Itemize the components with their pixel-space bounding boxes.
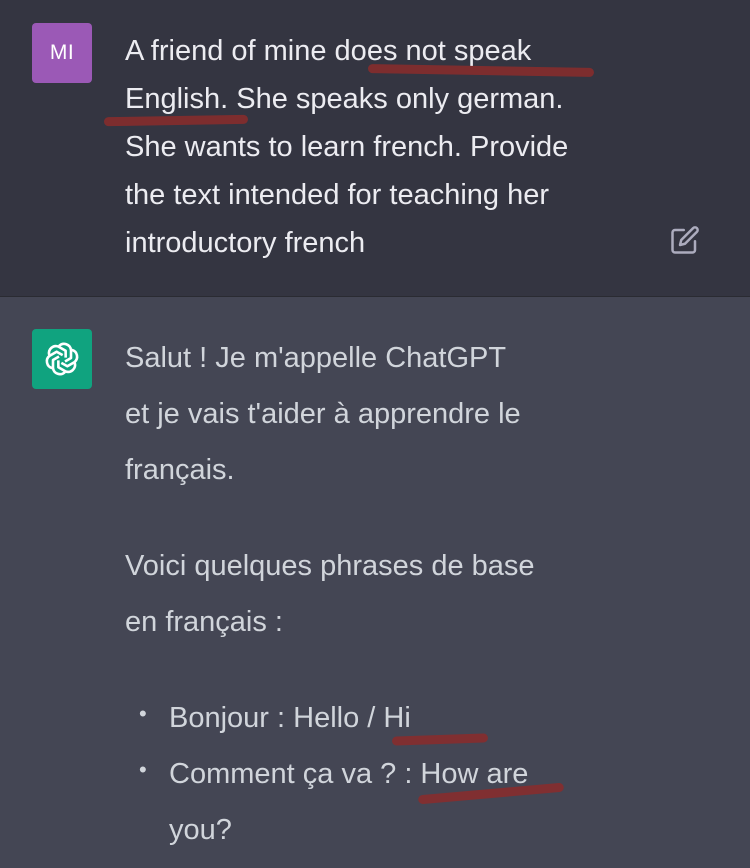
- user-message-line: the text intended for teaching her: [125, 179, 550, 211]
- assistant-paragraph-line: Voici quelques phrases de base: [125, 550, 535, 582]
- assistant-avatar: [32, 329, 92, 389]
- edit-message-button[interactable]: [667, 222, 703, 258]
- user-message-line: She wants to learn french. Provide: [125, 131, 569, 163]
- assistant-paragraph-line: et je vais t'aider à apprendre le: [125, 398, 521, 430]
- assistant-paragraph-line: Salut ! Je m'appelle ChatGPT: [125, 342, 507, 374]
- assistant-paragraph-line: en français :: [125, 606, 283, 638]
- list-item: you?: [169, 814, 232, 846]
- bullet-marker: •: [139, 701, 147, 726]
- bullet-marker: •: [139, 757, 147, 782]
- edit-icon: [671, 226, 699, 254]
- user-avatar: MI: [32, 23, 92, 83]
- user-avatar-initials: MI: [49, 41, 75, 64]
- user-message-line: introductory french: [125, 227, 366, 259]
- list-item: Comment ça va ? : How are: [169, 758, 529, 790]
- chatgpt-logo-icon: [45, 342, 79, 376]
- chat-page: MI A friend of mine does not speak Engli…: [0, 0, 750, 868]
- user-message-text: A friend of mine does not speak English.…: [125, 27, 645, 267]
- assistant-paragraph-line: français.: [125, 454, 235, 486]
- list-item: Bonjour : Hello / Hi: [169, 702, 411, 734]
